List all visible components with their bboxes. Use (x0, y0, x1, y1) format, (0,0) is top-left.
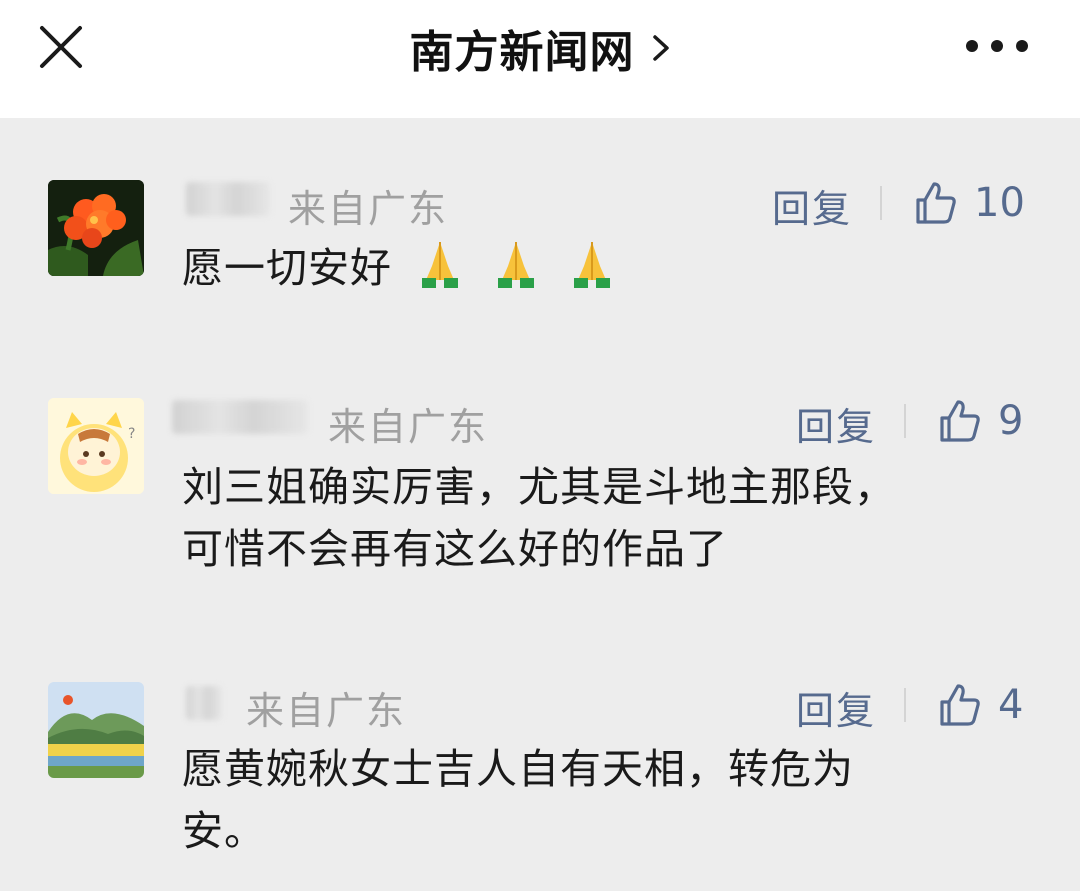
landscape-avatar-icon (48, 682, 144, 778)
comment-text: 愿一切安好 (182, 236, 1042, 299)
comment-text: 愿黄婉秋女士吉人自有天相，转危为 安。 (182, 738, 1042, 862)
comment-line: 愿黄婉秋女士吉人自有天相，转危为 (182, 745, 854, 793)
account-title-link[interactable]: 南方新闻网 (0, 18, 1080, 78)
more-button[interactable] (966, 36, 1028, 56)
reply-button[interactable]: 回复 (796, 680, 876, 735)
comment-line: 刘三姐确实厉害，尤其是斗地主那段， (182, 463, 896, 511)
divider (880, 186, 882, 220)
divider (904, 688, 906, 722)
username-blurred (186, 182, 270, 216)
thumbs-up-icon (940, 684, 980, 726)
svg-text:?: ? (128, 426, 135, 442)
comment-line: 安。 (182, 807, 266, 855)
like-button[interactable]: 10 (912, 178, 1025, 228)
avatar[interactable] (48, 682, 144, 778)
location-label: 来自广东 (288, 187, 449, 231)
thumbs-up-icon (940, 400, 980, 442)
reply-button[interactable]: 回复 (796, 396, 876, 451)
cartoon-tiger-avatar-icon: ? (48, 398, 144, 494)
divider (904, 404, 906, 438)
like-button[interactable]: 4 (936, 680, 1023, 730)
location-label: 来自广东 (246, 689, 407, 733)
like-count: 9 (998, 398, 1024, 444)
chevron-right-icon (652, 35, 669, 61)
avatar[interactable]: ? (48, 398, 144, 494)
username-blurred (172, 400, 308, 434)
more-horizontal-icon (966, 40, 978, 52)
comment-line: 可惜不会再有这么好的作品了 (182, 525, 728, 573)
like-count: 10 (974, 180, 1025, 226)
location-label: 来自广东 (328, 405, 489, 449)
thumbs-up-icon (916, 182, 956, 224)
top-bar: 南方新闻网 (0, 0, 1080, 118)
page-title: 南方新闻网 (409, 27, 635, 78)
folded-hands-emoji-icon (574, 242, 611, 288)
reply-button[interactable]: 回复 (772, 178, 852, 233)
flower-avatar-icon (48, 180, 144, 276)
like-button[interactable]: 9 (936, 396, 1023, 446)
folded-hands-emoji-icon (498, 242, 535, 288)
avatar[interactable] (48, 180, 144, 276)
like-count: 4 (998, 682, 1024, 728)
folded-hands-emoji-icon (422, 242, 459, 288)
comment-text: 刘三姐确实厉害，尤其是斗地主那段， 可惜不会再有这么好的作品了 (182, 456, 1042, 580)
username-blurred (186, 686, 222, 720)
